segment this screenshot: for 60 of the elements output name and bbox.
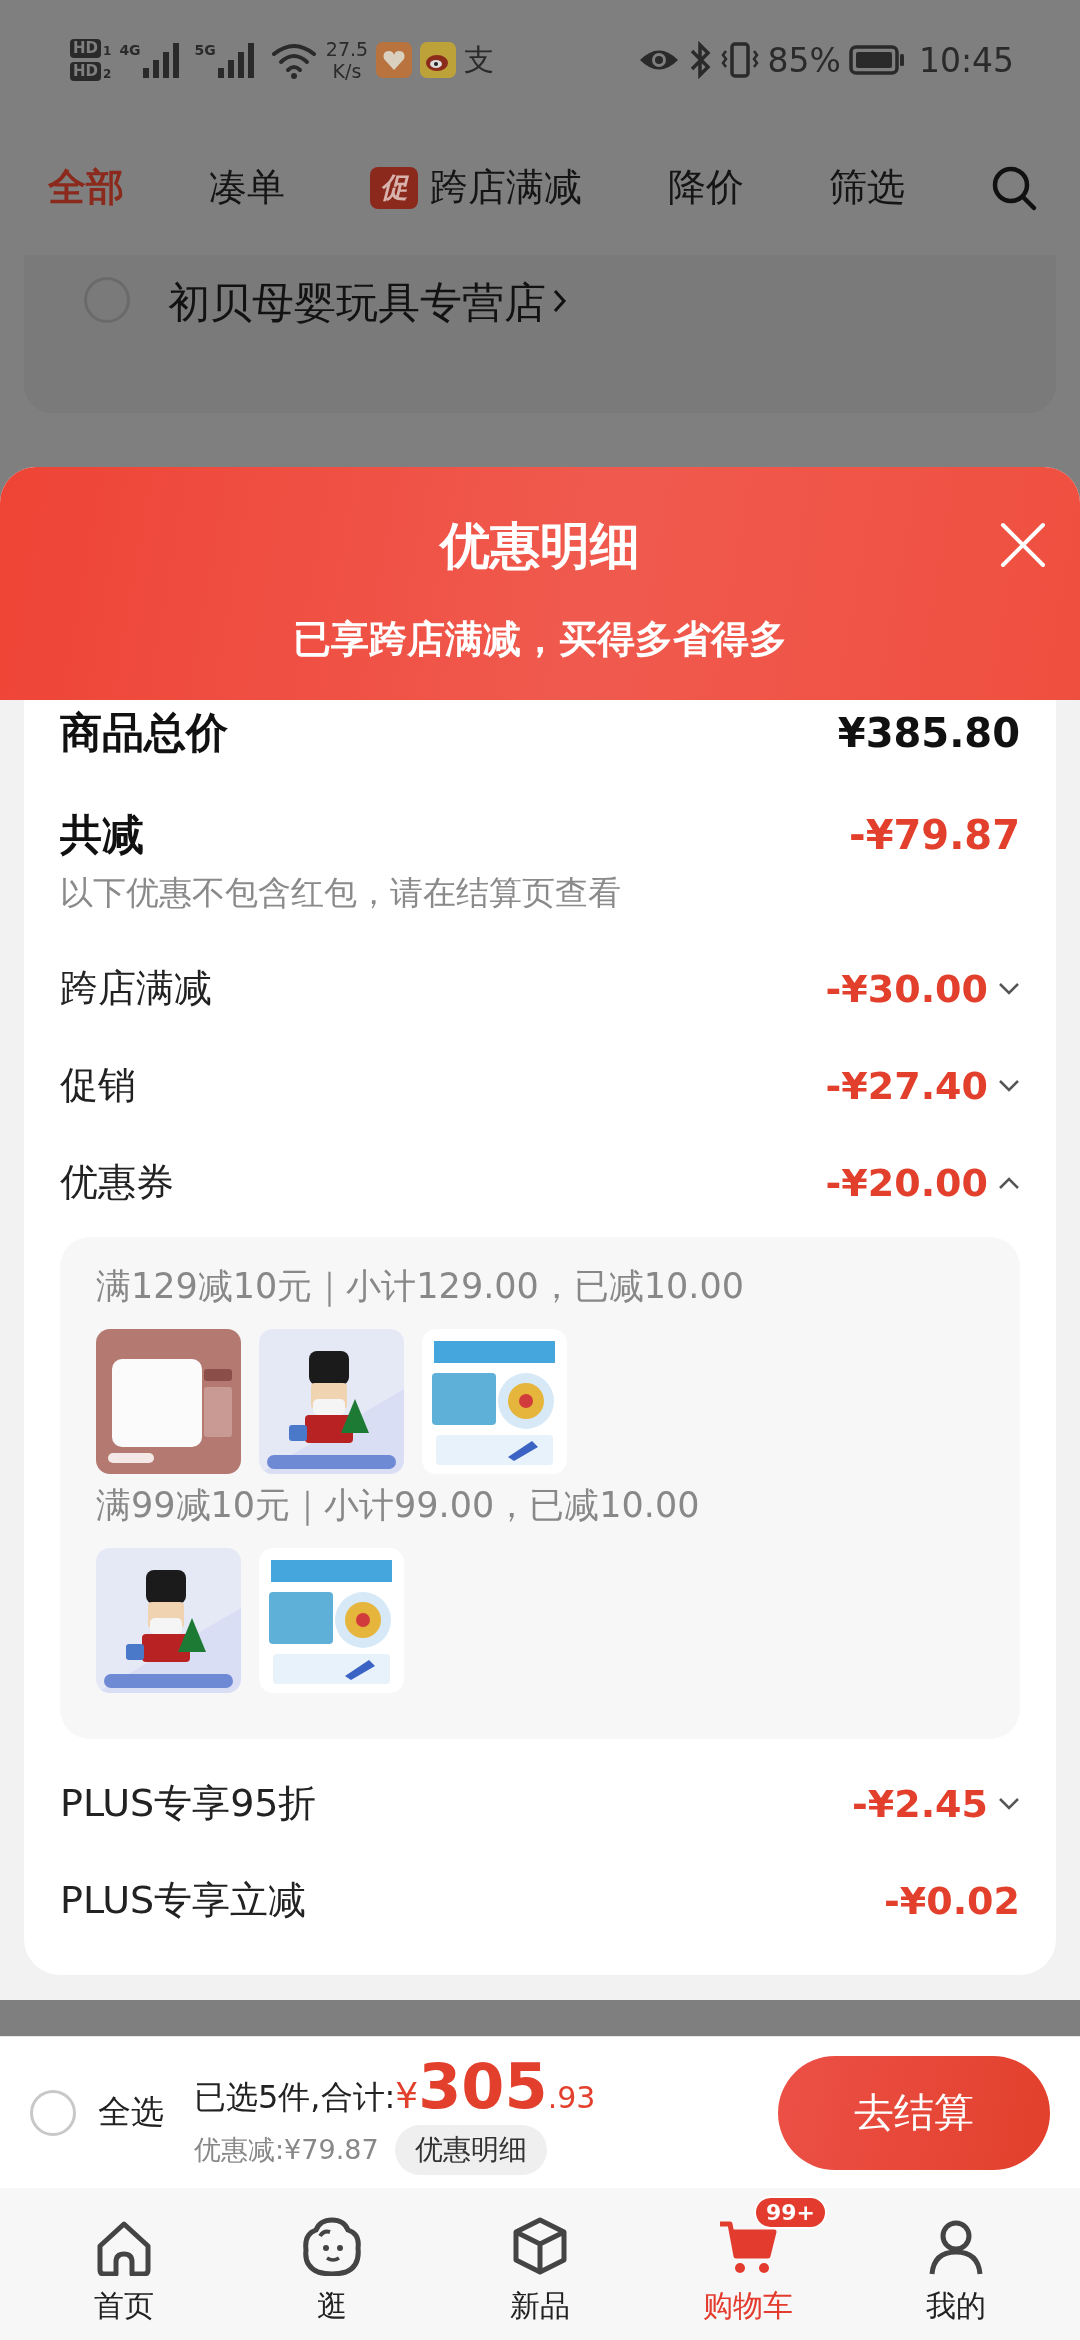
close-icon[interactable] — [1000, 522, 1046, 568]
count-badge: 99+ — [754, 2196, 828, 2229]
vibrate-icon — [719, 41, 760, 79]
row-value: -¥0.02 — [884, 1878, 1020, 1923]
app-glyph-icon: 支 — [464, 39, 495, 81]
row-label: 促销 — [60, 1062, 136, 1109]
sheet-title: 优惠明细 — [440, 516, 640, 577]
sim-label: HD — [70, 62, 101, 81]
chevron-right-icon — [552, 287, 568, 315]
filter-tab[interactable]: 筛选 — [828, 162, 905, 213]
row-label: PLUS专享立减 — [60, 1877, 307, 1924]
filter-tab[interactable]: 促 跨店满减 — [370, 162, 583, 213]
checkout-button[interactable]: 去结算 — [778, 2055, 1050, 2170]
filter-tab[interactable]: 降价 — [667, 162, 744, 213]
filter-tab[interactable]: 凑单 — [209, 162, 286, 213]
promo-badge: 促 — [370, 166, 419, 209]
clock: 10:45 — [918, 40, 1014, 80]
network-speed: 27.5 — [325, 38, 369, 60]
select-all-checkbox[interactable] — [30, 2089, 76, 2136]
row-label: 优惠券 — [60, 1159, 174, 1206]
row-value: -¥2.45 — [852, 1781, 988, 1826]
nav-tab[interactable]: 99+ 购物车 — [663, 2192, 833, 2340]
chevron-down-icon[interactable] — [998, 981, 1020, 996]
network-type: 4G — [119, 42, 141, 58]
row-value: ¥385.80 — [837, 710, 1020, 756]
row-label: 商品总价 — [60, 707, 228, 759]
nav-tab[interactable]: 首页 — [39, 2192, 209, 2340]
coupon-rule: 满99减10元｜小计99.00，已减10.00 — [96, 1484, 701, 1528]
network-type: 5G — [194, 42, 216, 58]
chevron-down-icon[interactable] — [998, 1078, 1020, 1093]
note-text: 以下优惠不包含红包，请在结算页查看 — [60, 872, 622, 914]
row-label: 跨店满减 — [60, 965, 212, 1012]
heart-app-icon — [376, 42, 413, 78]
row-label: PLUS专享95折 — [60, 1780, 317, 1827]
chevron-up-icon[interactable] — [998, 1175, 1020, 1190]
blob-icon — [302, 2216, 362, 2276]
total-amount: ¥305.93 — [395, 2050, 596, 2123]
sim-slot: 2 — [103, 67, 112, 81]
selection-summary: 已选5件,合计: — [194, 2077, 396, 2118]
detail-button[interactable]: 优惠明细 — [394, 2125, 547, 2175]
battery-percent: 85% — [767, 40, 841, 80]
sheet-subtitle: 已享跨店满减，买得多省得多 — [293, 616, 787, 663]
saved-amount: 优惠减:¥79.87 — [194, 2133, 379, 2167]
speed-unit: K/s — [332, 60, 362, 82]
row-value: -¥27.40 — [825, 1063, 988, 1108]
weibo-app-icon — [420, 42, 457, 78]
nav-tab[interactable]: 我的 — [871, 2192, 1041, 2340]
sim-slot: 1 — [103, 44, 112, 58]
nav-tab[interactable]: 逛 — [247, 2192, 417, 2340]
select-all-label[interactable]: 全选 — [98, 2090, 164, 2135]
nav-tab[interactable]: 新品 — [455, 2192, 625, 2340]
row-label: 共减 — [60, 809, 144, 861]
row-value: -¥20.00 — [825, 1160, 988, 1205]
chevron-down-icon[interactable] — [998, 1796, 1020, 1811]
row-value: -¥79.87 — [849, 812, 1020, 858]
battery-icon — [848, 45, 905, 75]
store-name[interactable]: 初贝母婴玩具专营店 — [168, 275, 546, 331]
row-value: -¥30.00 — [825, 966, 988, 1011]
sim-label: HD — [70, 39, 101, 58]
coupon-rule: 满129减10元｜小计129.00，已减10.00 — [96, 1265, 745, 1309]
